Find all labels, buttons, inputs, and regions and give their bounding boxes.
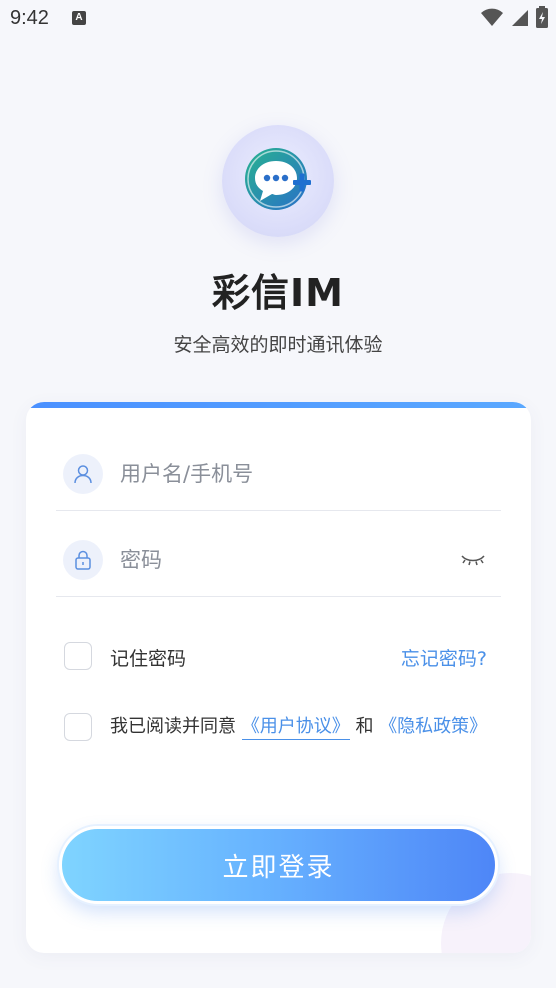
user-agreement-link[interactable]: 《用户协议》 [241, 716, 350, 740]
agree-prefix: 我已阅读并同意 [110, 716, 242, 737]
notification-icon: A [72, 11, 86, 25]
password-input[interactable] [120, 540, 440, 580]
privacy-policy-link[interactable]: 《隐私政策》 [379, 716, 487, 737]
app-title: 彩信IM [212, 271, 344, 315]
cell-signal-icon [512, 10, 528, 26]
password-field [56, 510, 501, 597]
login-button[interactable]: 立即登录 [59, 826, 498, 904]
app-subtitle: 安全高效的即时通讯体验 [173, 334, 383, 356]
agree-terms-checkbox[interactable] [64, 713, 92, 741]
login-card: 记住密码 忘记密码? 我已阅读并同意 《用户协议》 和 《隐私政策》 立即登录 [26, 402, 531, 953]
chat-plus-logo-icon [245, 148, 311, 210]
username-field [56, 424, 501, 511]
username-input[interactable] [120, 454, 440, 494]
app-logo [222, 125, 334, 237]
agree-and: 和 [349, 716, 380, 737]
eye-closed-icon[interactable] [459, 552, 487, 568]
status-bar: 9:42 A [0, 0, 556, 38]
status-icons [480, 6, 548, 28]
remember-password-label: 记住密码 [110, 648, 187, 670]
status-time: 9:42 [10, 7, 49, 29]
forgot-password-link[interactable]: 忘记密码? [401, 644, 487, 671]
card-accent-bar [26, 402, 531, 408]
user-icon [63, 454, 103, 494]
battery-icon [536, 6, 548, 28]
wifi-icon [481, 8, 503, 26]
agree-terms-text: 我已阅读并同意 《用户协议》 和 《隐私政策》 [110, 710, 505, 744]
lock-icon [63, 540, 103, 580]
remember-password-checkbox[interactable] [64, 642, 92, 670]
